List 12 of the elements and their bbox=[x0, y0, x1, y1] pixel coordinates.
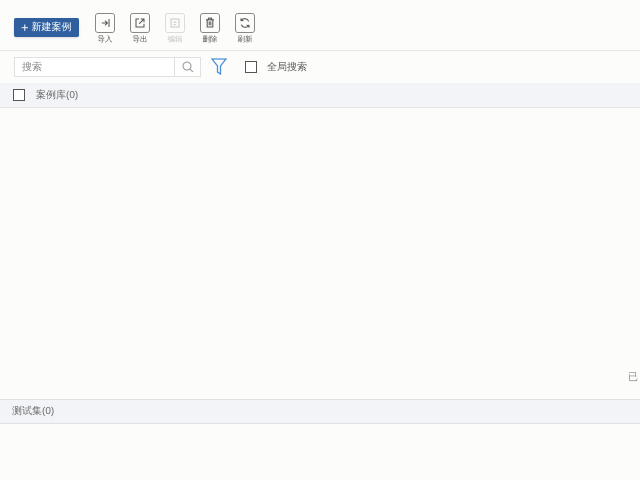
search-field[interactable]: 搜索 bbox=[14, 57, 175, 77]
select-all-checkbox[interactable] bbox=[13, 89, 25, 101]
filter-icon[interactable] bbox=[211, 58, 227, 76]
search-button[interactable] bbox=[175, 57, 201, 77]
case-library-header: 案例库(0) bbox=[36, 88, 78, 102]
plus-icon: + bbox=[21, 21, 29, 34]
selected-count-text: 已 bbox=[628, 371, 639, 385]
global-search-label: 全局搜索 bbox=[267, 60, 307, 74]
search-icon bbox=[182, 61, 194, 73]
test-set-header: 测试集(0) bbox=[12, 404, 54, 419]
new-case-button[interactable]: + 新建案例 bbox=[14, 18, 79, 37]
global-search-checkbox[interactable] bbox=[245, 61, 257, 73]
